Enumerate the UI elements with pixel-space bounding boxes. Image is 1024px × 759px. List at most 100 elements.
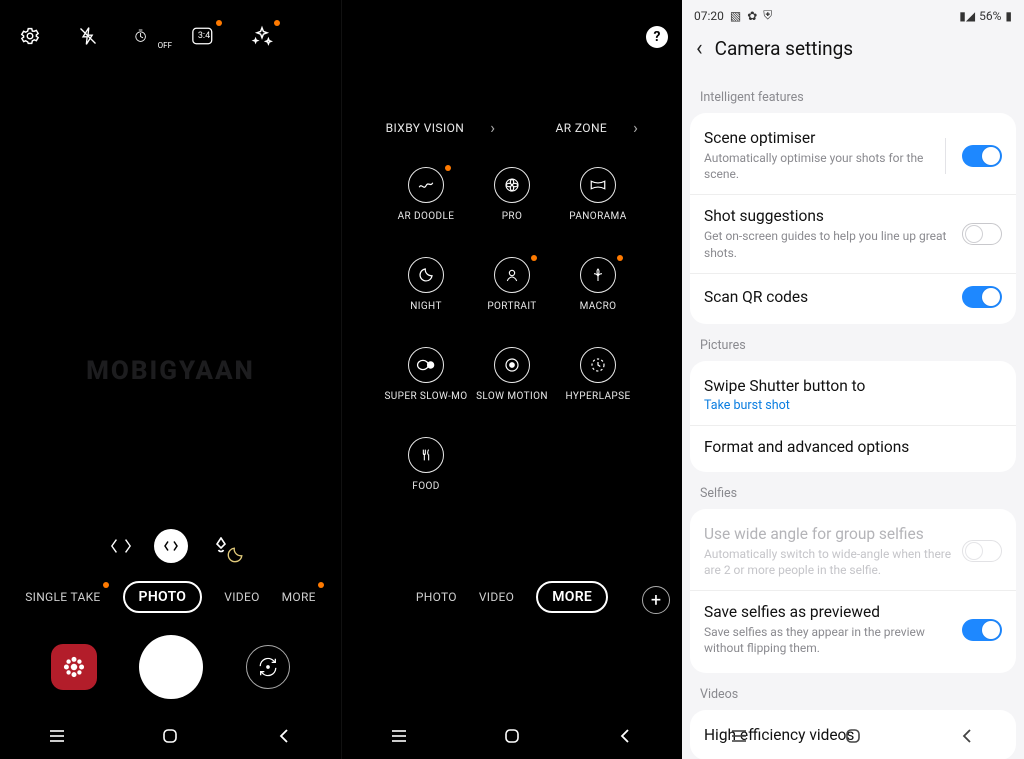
mode-single-take[interactable]: SINGLE TAKE (25, 590, 100, 604)
back-icon[interactable]: ‹ (696, 38, 703, 60)
camera-settings-pane: 07:20 ▧ ✿ ⛨ ▮◢ 56% ▮ ‹ Camera settings I… (682, 0, 1024, 759)
intelligent-card: Scene optimiser Automatically optimise y… (690, 113, 1016, 324)
portrait-icon (494, 257, 530, 293)
status-signal-icon: ▮◢ (959, 9, 975, 23)
mode-photo[interactable]: PHOTO (416, 590, 457, 604)
row-subtitle: Save selfies as they appear in the previ… (704, 624, 952, 656)
separator (945, 138, 946, 174)
switch-camera-button[interactable] (246, 645, 290, 689)
row-save-selfies-previewed[interactable]: Save selfies as previewed Save selfies a… (690, 590, 1016, 668)
mode-label: SUPER SLOW-MO (384, 391, 467, 402)
mode-label: PORTRAIT (487, 301, 536, 312)
slowmotion-icon (494, 347, 530, 383)
back-nav-icon[interactable] (273, 727, 295, 745)
mode-hyperlapse[interactable]: HYPERLAPSE (555, 347, 641, 435)
mode-label: HYPERLAPSE (565, 391, 630, 402)
home-icon[interactable] (842, 727, 864, 745)
mode-super-slow-mo[interactable]: SUPER SLOW-MO (383, 347, 469, 435)
zoom-row (0, 529, 341, 563)
row-subtitle: Automatically switch to wide-angle when … (704, 546, 952, 578)
mode-label: FOOD (412, 481, 439, 492)
status-bar: 07:20 ▧ ✿ ⛨ ▮◢ 56% ▮ (682, 0, 1024, 27)
camera-viewfinder-pane: OFF 3:4 MOBIGYAAN (0, 0, 341, 759)
back-nav-icon[interactable] (956, 727, 978, 745)
mode-video[interactable]: VIDEO (479, 590, 514, 604)
new-dot-icon (103, 582, 109, 588)
mode-video[interactable]: VIDEO (224, 590, 259, 604)
mode-label: SLOW MOTION (476, 391, 548, 402)
back-nav-icon[interactable] (614, 727, 636, 745)
mode-panorama[interactable]: PANORAMA (555, 167, 641, 255)
toggle-scan-qr[interactable] (962, 286, 1002, 308)
food-icon (408, 437, 444, 473)
macro-icon (580, 257, 616, 293)
row-title: Format and advanced options (704, 438, 1002, 456)
settings-header: ‹ Camera settings (682, 27, 1024, 76)
gallery-thumbnail[interactable] (51, 644, 97, 690)
mode-food[interactable]: FOOD (383, 437, 469, 525)
recents-icon[interactable] (728, 727, 750, 745)
android-navbar (0, 727, 341, 745)
mode-label: SINGLE TAKE (25, 590, 100, 604)
timer-off-icon[interactable]: OFF (134, 24, 158, 48)
status-time: 07:20 (694, 9, 724, 23)
toggle-shot-suggestions[interactable] (962, 223, 1002, 245)
link-label: BIXBY VISION (386, 121, 465, 135)
new-dot-icon (531, 255, 537, 261)
section-selfies: Selfies (682, 472, 1024, 509)
mode-ar-doodle[interactable]: AR DOODLE (383, 167, 469, 255)
section-intelligent: Intelligent features (682, 76, 1024, 113)
row-swipe-shutter[interactable]: Swipe Shutter button to Take burst shot (690, 365, 1016, 425)
add-mode-button[interactable]: + (642, 586, 670, 614)
row-title: Scan QR codes (704, 288, 952, 306)
mode-more[interactable]: MORE (282, 590, 316, 604)
shutter-button[interactable] (139, 635, 203, 699)
superslow-icon (408, 347, 444, 383)
ar-zone-link[interactable]: AR ZONE› (555, 118, 638, 137)
top-icon-row: OFF 3:4 (0, 0, 341, 48)
shutter-row (0, 635, 341, 699)
row-scene-optimiser[interactable]: Scene optimiser Automatically optimise y… (690, 117, 1016, 194)
home-icon[interactable] (159, 727, 181, 745)
new-dot-icon (445, 165, 451, 171)
row-shot-suggestions[interactable]: Shot suggestions Get on-screen guides to… (690, 194, 1016, 272)
timer-off-label: OFF (158, 41, 172, 50)
toggle-scene-optimiser[interactable] (962, 145, 1002, 167)
status-gear-icon: ✿ (747, 9, 757, 23)
gear-icon[interactable] (18, 24, 42, 48)
mode-night[interactable]: NIGHT (383, 257, 469, 345)
watermark-text: MOBIGYAAN (0, 356, 341, 386)
new-dot-icon (617, 255, 623, 261)
bixby-vision-link[interactable]: BIXBY VISION› (386, 118, 496, 137)
camera-mode-strip[interactable]: SINGLE TAKE PHOTO VIDEO MORE (0, 581, 341, 613)
mode-pro[interactable]: PRO (469, 167, 555, 255)
status-battery-icon: ▮ (1005, 9, 1012, 23)
filters-icon[interactable] (250, 24, 274, 48)
mode-photo[interactable]: PHOTO (123, 581, 203, 613)
toggle-save-selfies-previewed[interactable] (962, 619, 1002, 641)
android-navbar (682, 727, 1024, 745)
android-navbar (342, 727, 682, 745)
row-scan-qr[interactable]: Scan QR codes (690, 273, 1016, 320)
recents-icon[interactable] (46, 727, 68, 745)
new-dot-icon (318, 582, 324, 588)
row-format-advanced[interactable]: Format and advanced options (690, 425, 1016, 468)
camera-mode-strip[interactable]: PHOTO VIDEO MORE (342, 581, 682, 613)
recents-icon[interactable] (388, 727, 410, 745)
zoom-ultrawide-icon[interactable] (108, 533, 134, 559)
row-title: Swipe Shutter button to (704, 377, 1002, 395)
help-icon[interactable]: ? (646, 26, 668, 48)
mode-portrait[interactable]: PORTRAIT (469, 257, 555, 345)
flash-off-icon[interactable] (76, 24, 100, 48)
mode-macro[interactable]: MACRO (555, 257, 641, 345)
status-shield-icon: ⛨ (763, 8, 772, 23)
zoom-wide-icon[interactable] (154, 529, 188, 563)
selfies-card: Use wide angle for group selfies Automat… (690, 509, 1016, 673)
home-icon[interactable] (501, 727, 523, 745)
mode-slow-motion[interactable]: SLOW MOTION (469, 347, 555, 435)
mode-label: AR DOODLE (398, 211, 455, 222)
aspect-ratio-icon[interactable]: 3:4 (192, 24, 216, 48)
mode-label: NIGHT (410, 301, 442, 312)
mode-more[interactable]: MORE (536, 581, 608, 613)
more-modes-grid: AR DOODLE PRO PANORAMA NIGHT PORTRAIT (342, 167, 682, 525)
